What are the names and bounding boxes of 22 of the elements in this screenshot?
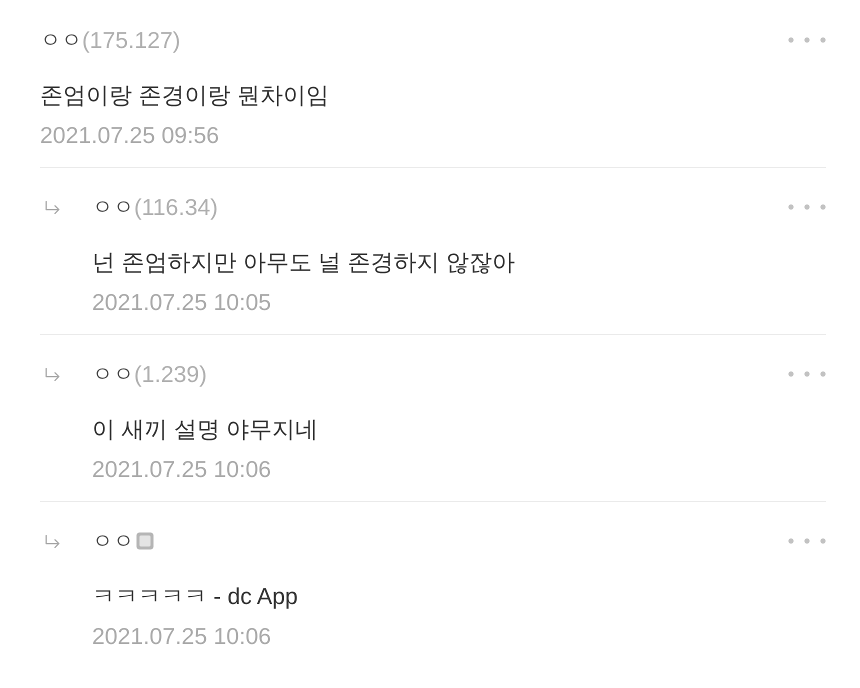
- comment-date: 2021.07.25 10:06: [92, 624, 272, 648]
- nickname[interactable]: ㅇㅇ: [92, 196, 134, 218]
- comment-date: 2021.07.25 10:05: [92, 290, 272, 314]
- nickname[interactable]: ㅇㅇ: [92, 364, 134, 384]
- comment-text: 존엄이랑 존경이랑 뭔차이임: [40, 84, 329, 106]
- comment-text: 이 새끼 설명 야무지네: [92, 418, 318, 440]
- more-icon[interactable]: [788, 204, 826, 210]
- reply-arrow-icon: [45, 534, 60, 548]
- nickname[interactable]: ㅇㅇ: [92, 530, 134, 552]
- more-icon[interactable]: [788, 371, 826, 377]
- nickname[interactable]: ㅇㅇ: [40, 30, 82, 50]
- reply-arrow-icon: [45, 368, 60, 380]
- ip-address: (175.127): [82, 28, 180, 52]
- comment-text: ㅋㅋㅋㅋㅋ - dc App: [92, 584, 298, 608]
- comment-date: 2021.07.25 09:56: [40, 124, 220, 146]
- comment-date: 2021.07.25 10:06: [92, 458, 272, 480]
- ip-address: (1.239): [134, 362, 207, 386]
- more-icon[interactable]: [788, 538, 826, 544]
- reply-arrow-icon: [45, 200, 60, 214]
- more-icon[interactable]: [788, 37, 826, 43]
- ip-address: (116.34): [134, 196, 218, 218]
- comment-text: 넌 존엄하지만 아무도 널 존경하지 않잖아: [92, 250, 515, 274]
